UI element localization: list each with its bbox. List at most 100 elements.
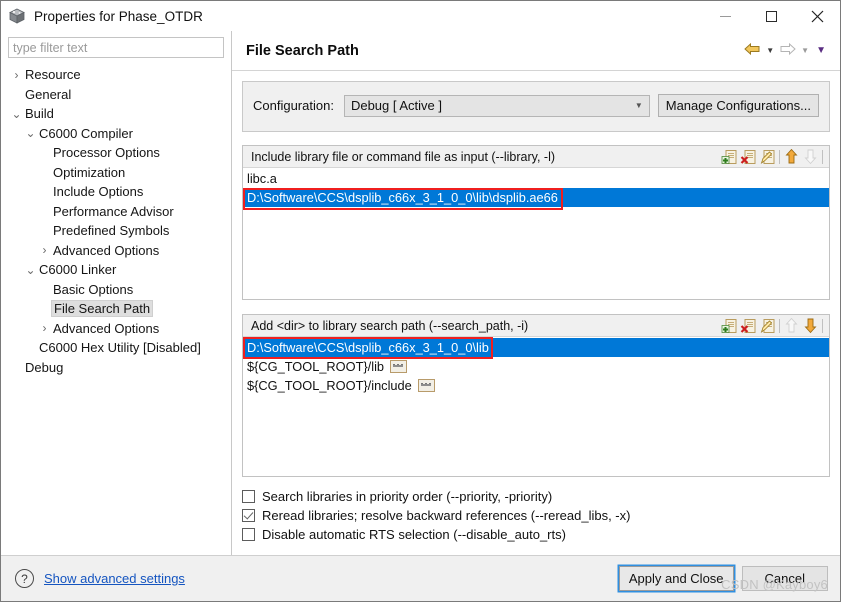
sidebar-item-file-search-path[interactable]: File Search Path [8,299,224,319]
checkbox-row[interactable]: Disable automatic RTS selection (--disab… [242,527,830,542]
sidebar-item-label: Performance Advisor [53,203,174,219]
search-path-toolbar[interactable] [721,317,827,334]
add-icon[interactable] [721,318,738,334]
show-advanced-settings-link[interactable]: Show advanced settings [44,571,185,586]
sidebar-item-label: File Search Path [51,300,154,318]
edit-icon[interactable] [759,318,776,334]
linker-options-checkboxes: Search libraries in priority order (--pr… [242,489,830,542]
list-item[interactable]: libc.a [243,169,829,188]
include-library-list[interactable]: libc.a D:\Software\CCS\dsplib_c66x_3_1_0_… [243,168,829,299]
variable-badge-icon [390,360,408,373]
add-icon[interactable] [721,149,738,165]
sidebar-item-processor-options[interactable]: Processor Options [8,143,224,163]
sidebar-item-debug[interactable]: Debug [8,358,224,378]
edit-icon[interactable] [759,149,776,165]
list-item[interactable]: D:\Software\CCS\dsplib_c66x_3_1_0_0\lib [243,338,829,357]
back-arrow-icon[interactable] [744,42,761,59]
sidebar-item-label: C6000 Compiler [39,125,133,141]
list-item-label: libc.a [247,171,277,186]
list-item[interactable]: ${CG_TOOL_ROOT}/lib [243,357,829,376]
minimize-button[interactable] [702,1,748,31]
sidebar-item-c6000-linker[interactable]: ⌄ C6000 Linker [8,260,224,280]
configuration-label: Configuration: [253,98,334,113]
sidebar-item-build[interactable]: ⌄ Build [8,104,224,124]
sidebar-item-c6000-compiler[interactable]: ⌄ C6000 Compiler [8,124,224,144]
move-up-icon[interactable] [783,148,800,165]
configuration-value: Debug [ Active ] [350,98,443,113]
list-item[interactable]: D:\Software\CCS\dsplib_c66x_3_1_0_0\lib\… [243,188,829,207]
sidebar-item-general[interactable]: General [8,85,224,105]
checkbox-label: Reread libraries; resolve backward refer… [262,508,631,523]
sidebar-item-c6000-hex-utility-disabled[interactable]: C6000 Hex Utility [Disabled] [8,338,224,358]
checkbox-label: Search libraries in priority order (--pr… [262,489,553,504]
sidebar-item-predefined-symbols[interactable]: Predefined Symbols [8,221,224,241]
include-library-toolbar[interactable] [721,148,827,165]
sidebar-item-label: Resource [25,67,81,83]
search-path-list[interactable]: D:\Software\CCS\dsplib_c66x_3_1_0_0\lib $… [243,337,829,476]
sidebar-item-advanced-options[interactable]: › Advanced Options [8,319,224,339]
view-menu-chevron-down-icon[interactable]: ▼ [814,45,828,56]
sidebar-item-basic-options[interactable]: Basic Options [8,280,224,300]
cube-icon [8,7,26,25]
properties-dialog: Properties for Phase_OTDR ›ResourceGener… [0,0,841,602]
checkbox-row[interactable]: Search libraries in priority order (--pr… [242,489,830,504]
sidebar-item-optimization[interactable]: Optimization [8,163,224,183]
sidebar-item-advanced-options[interactable]: › Advanced Options [8,241,224,261]
sidebar-item-label: Build [25,106,54,122]
include-library-group: Include library file or command file as … [242,145,830,300]
checkbox-unchecked-icon[interactable] [242,490,255,503]
delete-icon[interactable] [740,318,757,334]
toolbar-separator [779,149,780,164]
settings-tree[interactable]: › Resource General ⌄ Build ⌄ C6000 Compiler Pro… [8,65,224,377]
manage-configurations-button[interactable]: Manage Configurations... [657,94,819,117]
sidebar-item-label: Predefined Symbols [53,223,170,239]
chevron-right-icon[interactable]: › [38,244,51,256]
sidebar-item-performance-advisor[interactable]: Performance Advisor [8,202,224,222]
sidebar-item-label: General [25,86,72,102]
search-path-header: Add <dir> to library search path (--sear… [243,315,829,337]
chevron-down-icon[interactable]: ⌄ [10,108,23,120]
list-item[interactable]: ${CG_TOOL_ROOT}/include [243,376,829,395]
maximize-button[interactable] [748,1,794,31]
list-item-label: D:\Software\CCS\dsplib_c66x_3_1_0_0\lib [247,340,489,355]
checkbox-checked-icon[interactable] [242,509,255,522]
filter-input[interactable] [8,37,224,58]
forward-arrow-icon [779,42,796,59]
chevron-right-icon[interactable]: › [10,69,23,81]
checkbox-row[interactable]: Reread libraries; resolve backward refer… [242,508,830,523]
dialog-content: ›ResourceGeneral⌄Build⌄C6000 CompilerPro… [1,31,840,555]
search-path-title: Add <dir> to library search path (--sear… [251,318,529,333]
list-item-label: D:\Software\CCS\dsplib_c66x_3_1_0_0\lib\… [247,190,558,205]
include-library-title: Include library file or command file as … [251,149,556,164]
move-down-icon[interactable] [802,318,819,334]
chevron-down-icon[interactable]: ⌄ [24,264,37,276]
sidebar-item-resource[interactable]: › Resource [8,65,224,85]
chevron-right-icon[interactable]: › [38,322,51,334]
configuration-dropdown[interactable]: Debug [ Active ] ▼ [343,94,650,117]
checkbox-label: Disable automatic RTS selection (--disab… [262,527,566,542]
page-body: Configuration: Debug [ Active ] ▼ Manage… [232,71,840,555]
main-panel: File Search Path ▼ ▼ ▼ Configuration: De… [232,31,840,555]
list-item-label: ${CG_TOOL_ROOT}/include [247,378,412,393]
page-header: File Search Path ▼ ▼ ▼ [232,31,840,71]
configuration-box: Configuration: Debug [ Active ] ▼ Manage… [242,81,830,132]
sidebar-item-label: C6000 Linker [39,262,117,278]
include-library-header: Include library file or command file as … [243,146,829,168]
toolbar-separator [779,318,780,333]
footer-buttons: Apply and Close Cancel [618,566,828,591]
sidebar-item-label: Processor Options [53,145,160,161]
back-dropdown-chevron-down-icon[interactable]: ▼ [764,46,776,55]
close-button[interactable] [794,1,840,31]
sidebar-item-include-options[interactable]: Include Options [8,182,224,202]
apply-and-close-button[interactable]: Apply and Close [618,566,734,591]
cancel-button[interactable]: Cancel [741,566,828,591]
checkbox-unchecked-icon[interactable] [242,528,255,541]
chevron-down-icon[interactable]: ⌄ [24,127,37,139]
window-controls [702,1,840,31]
sidebar-item-label: C6000 Hex Utility [Disabled] [39,340,201,356]
help-icon[interactable]: ? [15,569,34,588]
delete-icon[interactable] [740,149,757,165]
toolbar-separator [822,318,823,333]
sidebar-item-label: Basic Options [53,281,134,297]
forward-dropdown-chevron-down-icon[interactable]: ▼ [799,46,811,55]
